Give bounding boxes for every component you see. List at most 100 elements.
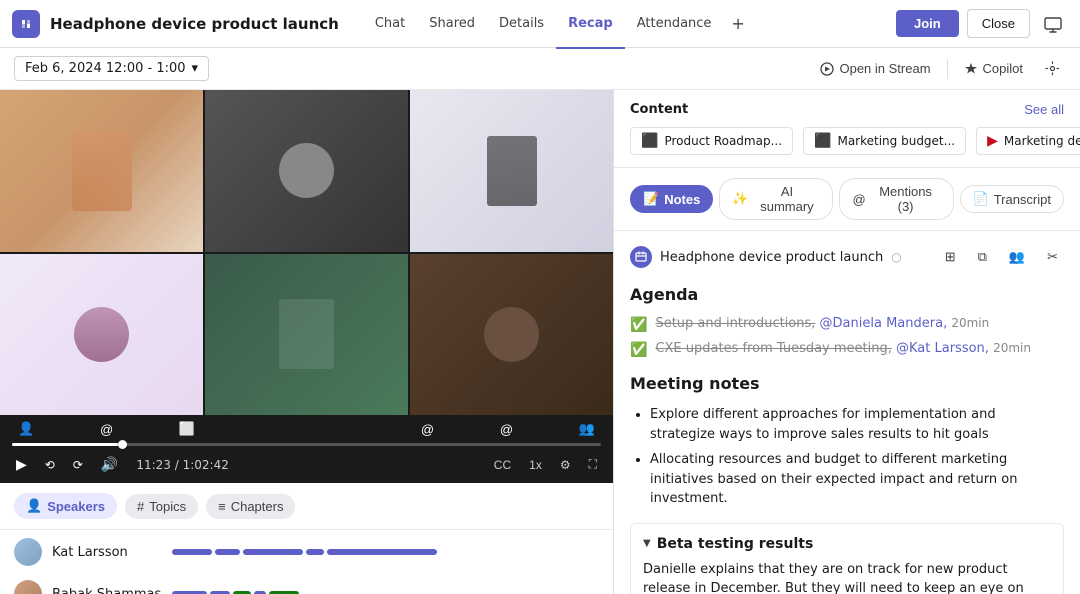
screen-share-icon[interactable] (1038, 11, 1068, 37)
app-icon (12, 10, 40, 38)
mention-daniela[interactable]: @Daniela Mandera, (820, 316, 948, 331)
left-panel: 👤 @ ⬜ @ @ 👥 ▶ ⟲ ⟳ 🔊 11:23 / 1:02:42 (0, 90, 614, 594)
settings-button[interactable]: ⚙ (556, 456, 575, 474)
chevron-down-icon: ▾ (192, 61, 199, 76)
date-text: Feb 6, 2024 12:00 - 1:00 (25, 61, 186, 76)
speakers-icon: 👤 (26, 498, 42, 514)
ppt-icon: ⬛ (641, 133, 658, 149)
meeting-title: Headphone device product launch (50, 15, 339, 33)
video-time: 11:23 / 1:02:42 (136, 458, 229, 472)
ai-label: AI summary (754, 184, 821, 214)
beta-title: Beta testing results (657, 536, 814, 552)
grid-view-icon[interactable]: ⊞ (939, 245, 962, 269)
at-icon-3[interactable]: @ (496, 420, 517, 439)
file-item[interactable]: ⬛ Product Roadmap... (630, 127, 793, 155)
file-name: Marketing demo... (1004, 134, 1080, 148)
avatar (14, 580, 42, 594)
notes-content: Headphone device product launch ○ ⊞ ⧉ 👥 … (614, 231, 1080, 594)
beta-section: ▼ Beta testing results Danielle explains… (630, 523, 1064, 594)
notes-tab-label: Notes (664, 192, 700, 207)
forward-button[interactable]: ⟳ (69, 456, 87, 474)
tab-mentions[interactable]: @ Mentions (3) (839, 178, 953, 220)
tab-ai-summary[interactable]: ✨ AI summary (719, 178, 833, 220)
mentions-label: Mentions (3) (871, 184, 941, 214)
tab-speakers[interactable]: 👤 Speakers (14, 493, 117, 519)
video-icon: ▶ (987, 133, 998, 149)
agenda-title: Agenda (630, 285, 1064, 304)
bar-segment (327, 549, 437, 555)
top-bar: Headphone device product launch Chat Sha… (0, 0, 1080, 48)
right-controls: CC 1x ⚙ ⛶ (490, 455, 601, 474)
speed-button[interactable]: 1x (525, 456, 546, 474)
copilot-button[interactable]: Copilot (964, 61, 1023, 76)
status-dot: ○ (891, 250, 901, 264)
volume-button[interactable]: 🔊 (97, 454, 122, 475)
at-icon-2[interactable]: @ (417, 420, 438, 439)
date-selector[interactable]: Feb 6, 2024 12:00 - 1:00 ▾ (14, 56, 209, 81)
tab-recap[interactable]: Recap (556, 1, 625, 49)
bar-segment (243, 549, 303, 555)
screen-icon[interactable]: ⬜ (175, 419, 199, 439)
share-icon[interactable]: 👥 (1003, 245, 1031, 269)
video-cell-5 (205, 254, 408, 416)
people-icon[interactable]: 👥 (575, 419, 599, 439)
list-item: Kat Larsson (14, 538, 599, 566)
open-in-stream-button[interactable]: Open in Stream (820, 61, 930, 76)
beta-header[interactable]: ▼ Beta testing results (643, 536, 1051, 552)
see-all-button[interactable]: See all (1024, 102, 1064, 117)
tab-chat[interactable]: Chat (363, 1, 417, 49)
open-stream-label: Open in Stream (839, 61, 930, 76)
tab-topics[interactable]: # Topics (125, 494, 198, 519)
tab-chapters[interactable]: ≡ Chapters (206, 494, 295, 519)
progress-dot (118, 440, 127, 449)
video-cell-3 (410, 90, 613, 252)
date-right-actions: Open in Stream Copilot (820, 57, 1066, 80)
more-options-icon[interactable]: ✂ (1041, 245, 1064, 269)
copilot-label: Copilot (983, 61, 1023, 76)
bar-segment (172, 549, 212, 555)
list-item: Explore different approaches for impleme… (650, 405, 1064, 444)
chapters-icon: ≡ (218, 499, 226, 514)
captions-button[interactable]: CC (490, 456, 515, 474)
divider (947, 59, 948, 79)
add-tab-button[interactable]: + (723, 14, 752, 33)
fullscreen-button[interactable]: ⛶ (585, 455, 601, 474)
top-right-actions: Join Close (896, 9, 1068, 38)
copy-icon[interactable]: ⧉ (972, 245, 993, 269)
play-button[interactable]: ▶ (12, 454, 31, 475)
mention-kat[interactable]: @Kat Larsson, (896, 341, 989, 356)
file-item[interactable]: ▶ Marketing demo... (976, 127, 1080, 155)
agenda-text-2: CXE updates from Tuesday meeting, @Kat L… (655, 341, 1031, 356)
meeting-notes-title: Meeting notes (630, 374, 1064, 393)
close-button[interactable]: Close (967, 9, 1030, 38)
tab-notes[interactable]: 📝 Notes (630, 185, 713, 213)
ai-icon: ✨ (732, 191, 748, 207)
video-grid (0, 90, 613, 415)
notes-tab-icon: 📝 (643, 191, 659, 207)
progress-fill (12, 443, 118, 446)
rewind-button[interactable]: ⟲ (41, 456, 59, 474)
agenda-item-1: ✅ Setup and introductions, @Daniela Mand… (630, 316, 1064, 333)
tab-shared[interactable]: Shared (417, 1, 487, 49)
join-button[interactable]: Join (896, 10, 959, 37)
speakers-tabs: 👤 Speakers # Topics ≡ Chapters (0, 483, 613, 530)
topics-icon: # (137, 499, 144, 514)
tab-transcript[interactable]: 📄 Transcript (960, 185, 1065, 213)
at-icon-1[interactable]: @ (96, 420, 117, 439)
list-item: Babak Shammas (14, 580, 599, 594)
video-controls-section: 👤 @ ⬜ @ @ 👥 ▶ ⟲ ⟳ 🔊 11:23 / 1:02:42 (0, 415, 613, 483)
file-item[interactable]: ⬛ Marketing budget... (803, 127, 966, 155)
tab-attendance[interactable]: Attendance (625, 1, 724, 49)
speakers-list: Kat Larsson Babak Shammas (0, 530, 613, 594)
person-icon[interactable]: 👤 (14, 419, 38, 439)
video-cell-6 (410, 254, 613, 416)
transcript-label: Transcript (994, 192, 1051, 207)
meeting-icon (630, 246, 652, 268)
meeting-tools: ⊞ ⧉ 👥 ✂ (939, 245, 1064, 269)
progress-bar[interactable] (12, 443, 601, 446)
agenda-time-2: 20min (993, 341, 1031, 355)
settings-icon[interactable] (1039, 57, 1066, 80)
speaker-name: Kat Larsson (52, 545, 162, 560)
speakers-label: Speakers (47, 499, 105, 514)
tab-details[interactable]: Details (487, 1, 556, 49)
